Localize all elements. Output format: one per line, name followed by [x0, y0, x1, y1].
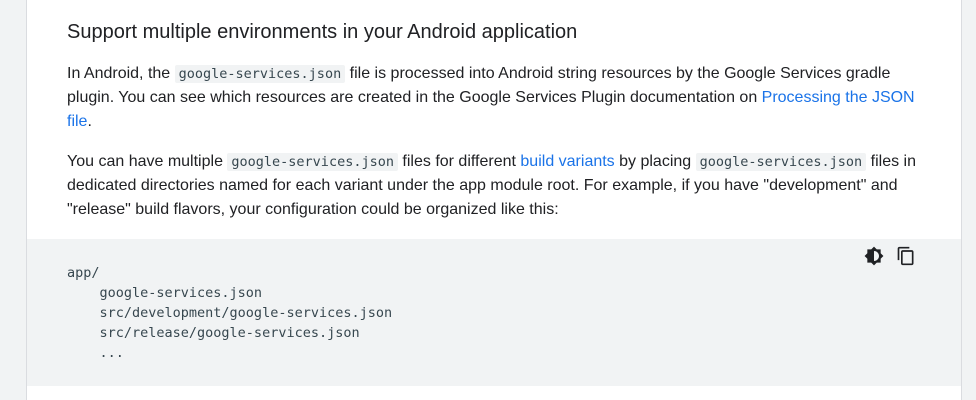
inline-code: google-services.json	[174, 65, 346, 83]
content-card: Support multiple environments in your An…	[26, 0, 962, 400]
paragraph-variants: You can have multiple google-services.js…	[67, 150, 927, 222]
code-block: app/ google-services.json src/developmen…	[27, 239, 961, 386]
paragraph-text: In Android, the	[67, 65, 175, 82]
code-listing[interactable]: app/ google-services.json src/developmen…	[67, 263, 392, 363]
paragraph-intro: In Android, the google-services.json fil…	[67, 62, 927, 134]
paragraph-text: by placing	[614, 153, 696, 170]
copy-icon[interactable]	[896, 246, 916, 266]
copy-icon-svg	[897, 246, 914, 266]
code-toolbar	[864, 246, 916, 266]
build-variants-link[interactable]: build variants	[520, 153, 614, 170]
brightness-icon[interactable]	[864, 246, 884, 266]
paragraph-text: files for different	[397, 153, 521, 170]
inline-code: google-services.json	[695, 153, 867, 171]
section-title: Support multiple environments in your An…	[67, 21, 578, 43]
brightness-icon-svg	[864, 246, 884, 266]
paragraph-text: You can have multiple	[67, 153, 228, 170]
inline-code: google-services.json	[227, 153, 398, 171]
paragraph-text: .	[87, 113, 92, 130]
